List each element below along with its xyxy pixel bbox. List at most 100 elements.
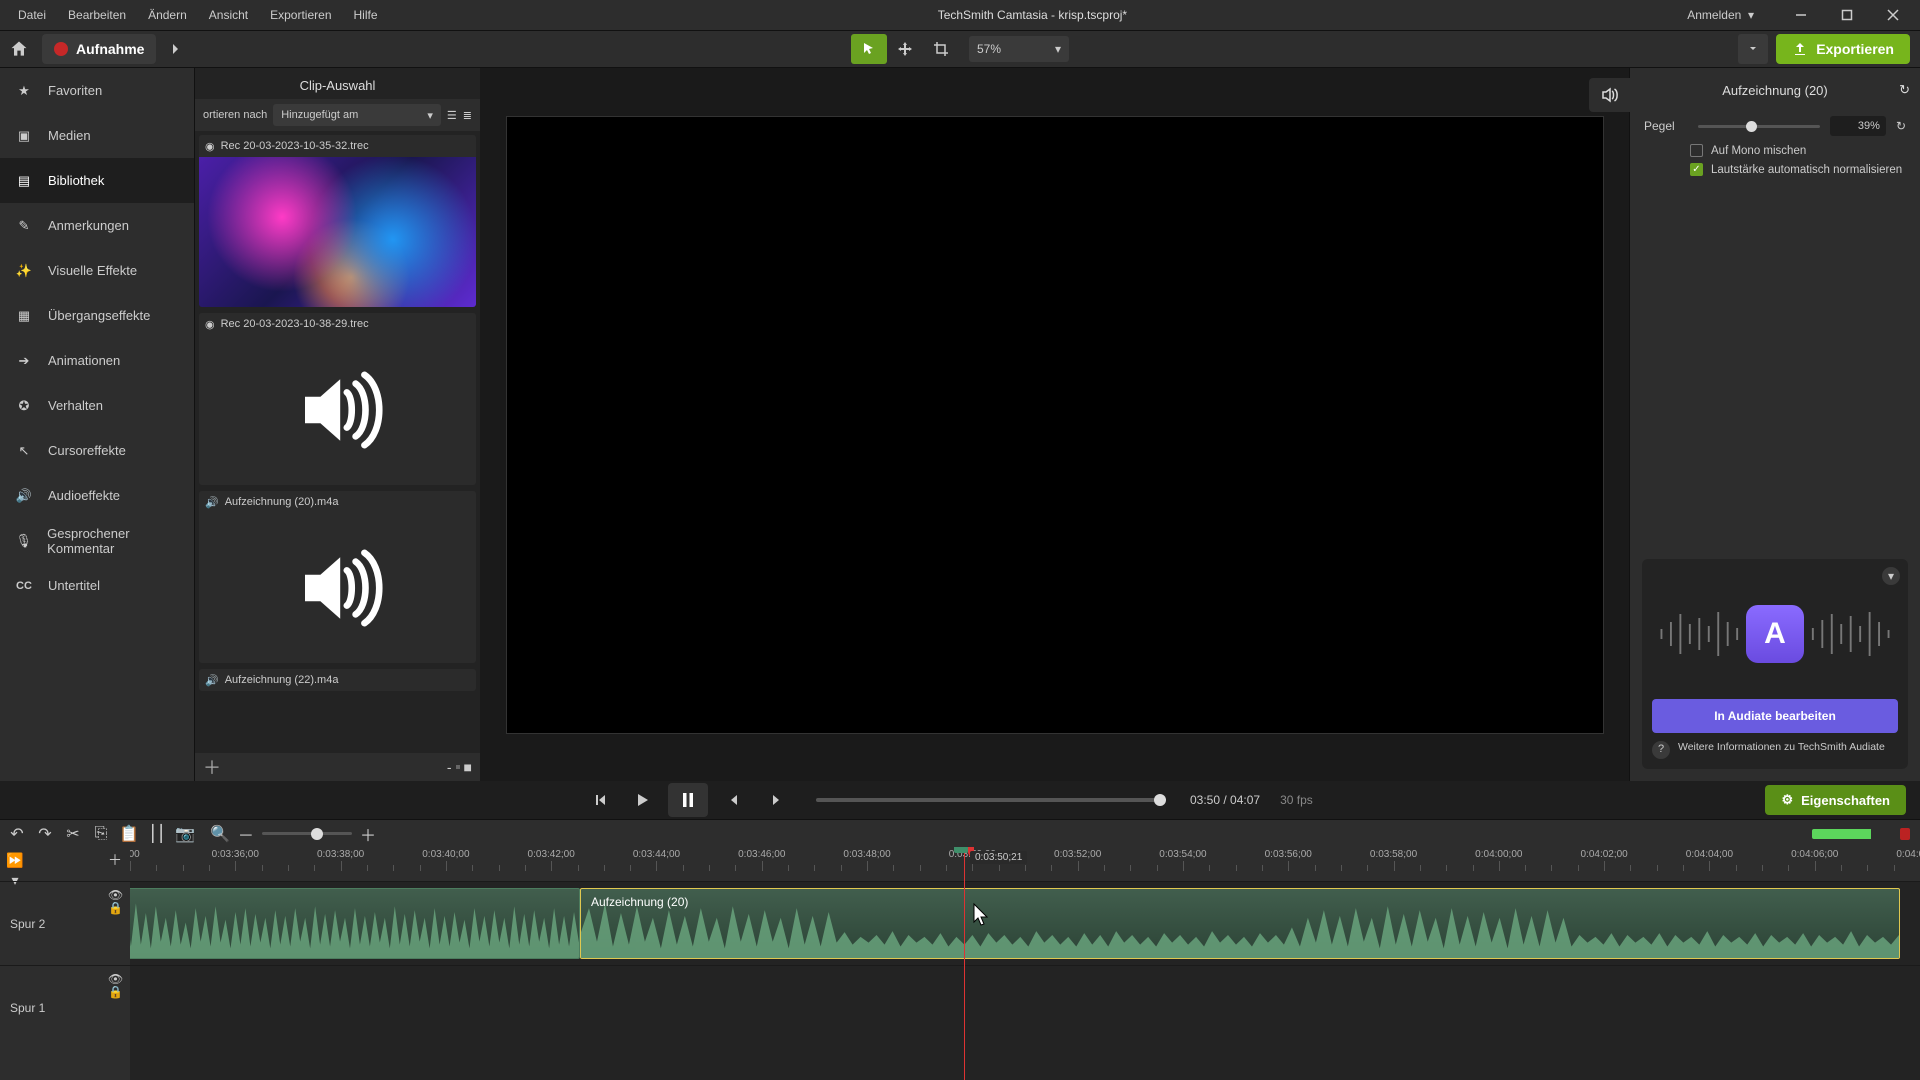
add-track-button[interactable]: ＋	[106, 851, 124, 869]
scrub-slider[interactable]	[816, 798, 1166, 802]
audiate-card: ▾ A In Audiate bearbeiten ? Wei	[1642, 559, 1908, 769]
normalize-checkbox[interactable]	[1690, 163, 1703, 176]
preview-canvas[interactable]	[506, 116, 1604, 734]
track-header-2[interactable]: Spur 2 👁🔒	[0, 881, 130, 965]
step-forward-button[interactable]	[760, 786, 792, 814]
tab-captions[interactable]: CCUntertitel	[0, 563, 194, 608]
menu-file[interactable]: Datei	[8, 4, 56, 26]
reset-button[interactable]: ↻	[1899, 82, 1910, 98]
animations-icon: ➔	[14, 353, 34, 369]
audiate-logo-icon: A	[1746, 605, 1804, 663]
timeline-zoom-slider[interactable]	[262, 832, 352, 835]
zoom-out-button[interactable]: －	[238, 822, 254, 846]
media-clip-3[interactable]: 🔊Aufzeichnung (22).m4a	[199, 669, 476, 691]
track-1[interactable]	[130, 965, 1920, 1049]
canvas-zoom-dropdown[interactable]: 57%▾	[969, 36, 1069, 62]
tool-select[interactable]	[851, 34, 887, 64]
track-visible-icon[interactable]: 👁	[108, 888, 122, 898]
home-button[interactable]	[0, 30, 38, 68]
tab-animations[interactable]: ➔Animationen	[0, 338, 194, 383]
help-icon[interactable]: ?	[1652, 741, 1670, 759]
tab-transitions[interactable]: ▦Übergangseffekte	[0, 293, 194, 338]
zoom-search-icon[interactable]: 🔍	[210, 824, 230, 844]
media-clip-0[interactable]: ◉Rec 20-03-2023-10-35-32.trec	[199, 135, 476, 307]
sort-dropdown[interactable]: Hinzugefügt am▾	[273, 104, 441, 126]
media-clip-1[interactable]: ◉Rec 20-03-2023-10-38-29.trec	[199, 313, 476, 485]
track-header-1[interactable]: Spur 1 👁🔒	[0, 965, 130, 1049]
audio-icon: 🔊	[205, 674, 219, 687]
copy-button[interactable]: ⎘	[90, 823, 112, 845]
wand-icon: ✨	[14, 263, 34, 279]
audio-tab-button[interactable]	[1589, 78, 1631, 112]
mono-checkbox[interactable]	[1690, 144, 1703, 157]
thumbnail-size-slider[interactable]: ■	[464, 759, 472, 775]
pause-button[interactable]	[668, 783, 708, 817]
transitions-icon: ▦	[14, 308, 34, 324]
tab-media[interactable]: ▣Medien	[0, 113, 194, 158]
ruler-label: 0:04:06;00	[1791, 849, 1838, 860]
redo-button[interactable]: ↷	[34, 823, 56, 845]
view-list-icon[interactable]: ☰	[447, 109, 457, 122]
level-value[interactable]: 39%	[1830, 116, 1886, 136]
download-assets-button[interactable]	[1738, 34, 1768, 64]
properties-panel: Aufzeichnung (20) ↻ Pegel 39% ↻ Auf Mono…	[1630, 68, 1920, 781]
export-button[interactable]: Exportieren	[1776, 34, 1910, 64]
level-reset-button[interactable]: ↻	[1896, 119, 1906, 133]
menu-view[interactable]: Ansicht	[199, 4, 258, 26]
paste-button[interactable]: 📋	[118, 823, 140, 845]
ruler-label: 0:04:08;00	[1896, 849, 1920, 860]
track-lock-icon[interactable]: 🔒	[108, 901, 122, 911]
menu-modify[interactable]: Ändern	[138, 4, 197, 26]
view-detail-icon[interactable]: ≣	[463, 109, 472, 122]
tab-narration[interactable]: 🎙Gesprochener Kommentar	[0, 518, 194, 563]
login-button[interactable]: Anmelden ▾	[1677, 4, 1764, 26]
add-media-button[interactable]: ＋	[203, 754, 221, 780]
ruler-label: 0:03:40;00	[422, 849, 469, 860]
step-back-button[interactable]	[718, 786, 750, 814]
record-button[interactable]: Aufnahme	[42, 34, 156, 64]
magnet-button[interactable]: ⏩	[6, 851, 24, 869]
play-button[interactable]	[626, 786, 658, 814]
window-close-button[interactable]	[1872, 3, 1914, 27]
track-visible-icon[interactable]: 👁	[108, 972, 122, 982]
split-button[interactable]: ⎮⎮	[146, 823, 168, 845]
timeline-clip-selected[interactable]: Aufzeichnung (20)	[580, 888, 1900, 959]
track-2[interactable]: Aufzeichnung (20)	[130, 881, 1920, 965]
tab-library[interactable]: ▤Bibliothek	[0, 158, 194, 203]
tab-favorites[interactable]: ★Favoriten	[0, 68, 194, 113]
timeline-clip-prev[interactable]	[130, 888, 580, 959]
menu-help[interactable]: Hilfe	[344, 4, 388, 26]
menu-edit[interactable]: Bearbeiten	[58, 4, 136, 26]
tab-audio-effects[interactable]: 🔊Audioeffekte	[0, 473, 194, 518]
window-minimize-button[interactable]	[1780, 3, 1822, 27]
media-panel: Clip-Auswahl ortieren nach Hinzugefügt a…	[195, 68, 480, 781]
ruler-label: 0:03:54;00	[1159, 849, 1206, 860]
audio-meter	[1812, 829, 1896, 839]
zoom-in-button[interactable]: ＋	[360, 822, 376, 846]
cut-button[interactable]: ✂	[62, 823, 84, 845]
undo-button[interactable]: ↶	[6, 823, 28, 845]
window-maximize-button[interactable]	[1826, 3, 1868, 27]
tab-annotations[interactable]: ✎Anmerkungen	[0, 203, 194, 248]
snapshot-button[interactable]: 📷	[174, 823, 196, 845]
menu-export[interactable]: Exportieren	[260, 4, 341, 26]
properties-button[interactable]: ⚙ Eigenschaften	[1765, 785, 1906, 815]
media-clip-2[interactable]: 🔊Aufzeichnung (20).m4a	[199, 491, 476, 663]
tool-crop[interactable]	[923, 34, 959, 64]
ruler-label: 0:03:46;00	[738, 849, 785, 860]
audiate-edit-button[interactable]: In Audiate bearbeiten	[1652, 699, 1898, 733]
playback-fps[interactable]: 30 fps	[1280, 793, 1313, 807]
tab-visual-effects[interactable]: ✨Visuelle Effekte	[0, 248, 194, 293]
record-split-button[interactable]	[160, 34, 190, 64]
speaker-icon: 🔊	[14, 488, 34, 504]
tool-pan[interactable]	[887, 34, 923, 64]
tab-behaviors[interactable]: ✪Verhalten	[0, 383, 194, 428]
prev-clip-button[interactable]	[584, 786, 616, 814]
tab-cursor-effects[interactable]: ↖Cursoreffekte	[0, 428, 194, 473]
track-lock-icon[interactable]: 🔒	[108, 985, 122, 995]
audiate-info-link[interactable]: Weitere Informationen zu TechSmith Audia…	[1678, 741, 1885, 759]
playback-bar: 03:50 / 04:07 30 fps ⚙ Eigenschaften	[0, 781, 1920, 819]
library-icon: ▤	[14, 173, 34, 189]
playhead[interactable]: 0:03:50;21	[964, 847, 965, 1080]
level-slider[interactable]	[1698, 125, 1820, 128]
